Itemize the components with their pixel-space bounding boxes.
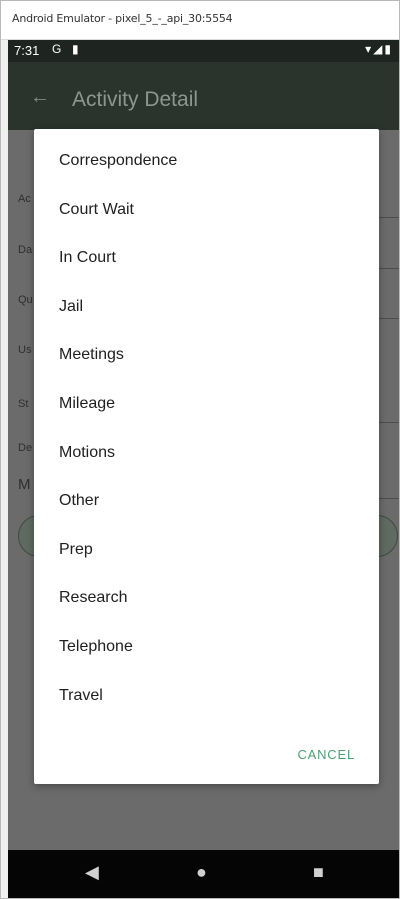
list-item-travel[interactable]: Travel xyxy=(34,672,379,721)
cancel-button[interactable]: CANCEL xyxy=(297,747,355,762)
activity-type-dialog: Correspondence Court Wait In Court Jail … xyxy=(34,129,379,784)
form-label-status: St xyxy=(18,398,29,410)
form-field-value: M xyxy=(18,476,31,493)
form-label-description: De xyxy=(18,442,33,454)
status-bar: 7:31 G ▮ ▾◢▮ xyxy=(8,40,399,62)
list-item-telephone[interactable]: Telephone xyxy=(34,623,379,672)
list-item-correspondence[interactable]: Correspondence xyxy=(34,137,379,186)
window-title: Android Emulator - pixel_5_-_api_30:5554 xyxy=(12,12,233,25)
list-item-meetings[interactable]: Meetings xyxy=(34,331,379,380)
list-item-research[interactable]: Research xyxy=(34,574,379,623)
form-label-activity: Ac xyxy=(18,193,31,205)
status-time: 7:31 xyxy=(14,43,40,58)
nav-recents-icon[interactable]: ■ xyxy=(313,862,324,883)
list-item-other[interactable]: Other xyxy=(34,477,379,526)
list-item-mileage[interactable]: Mileage xyxy=(34,380,379,429)
list-item-in-court[interactable]: In Court xyxy=(34,234,379,283)
form-label-date: Da xyxy=(18,244,33,256)
google-icon: G xyxy=(52,42,62,56)
form-label-quantity: Qu xyxy=(18,294,33,306)
list-item-jail[interactable]: Jail xyxy=(34,283,379,332)
activity-type-list: Correspondence Court Wait In Court Jail … xyxy=(34,129,379,720)
navigation-bar: ◀ ● ■ xyxy=(8,850,399,898)
window-titlebar[interactable]: Android Emulator - pixel_5_-_api_30:5554 xyxy=(1,1,399,40)
app-bar: ← Activity Detail xyxy=(8,62,399,130)
list-item-court-wait[interactable]: Court Wait xyxy=(34,186,379,235)
emulator-window: Android Emulator - pixel_5_-_api_30:5554… xyxy=(0,0,400,899)
page-title: Activity Detail xyxy=(72,88,199,111)
list-item-prep[interactable]: Prep xyxy=(34,526,379,575)
nav-home-icon[interactable]: ● xyxy=(196,862,207,883)
nav-back-icon[interactable]: ◀ xyxy=(85,862,99,883)
back-arrow-icon[interactable]: ← xyxy=(30,86,50,109)
signal-battery-icon: ▾◢▮ xyxy=(365,42,393,56)
form-label-user: Us xyxy=(18,344,32,356)
list-item-motions[interactable]: Motions xyxy=(34,429,379,478)
sd-card-icon: ▮ xyxy=(72,42,79,56)
